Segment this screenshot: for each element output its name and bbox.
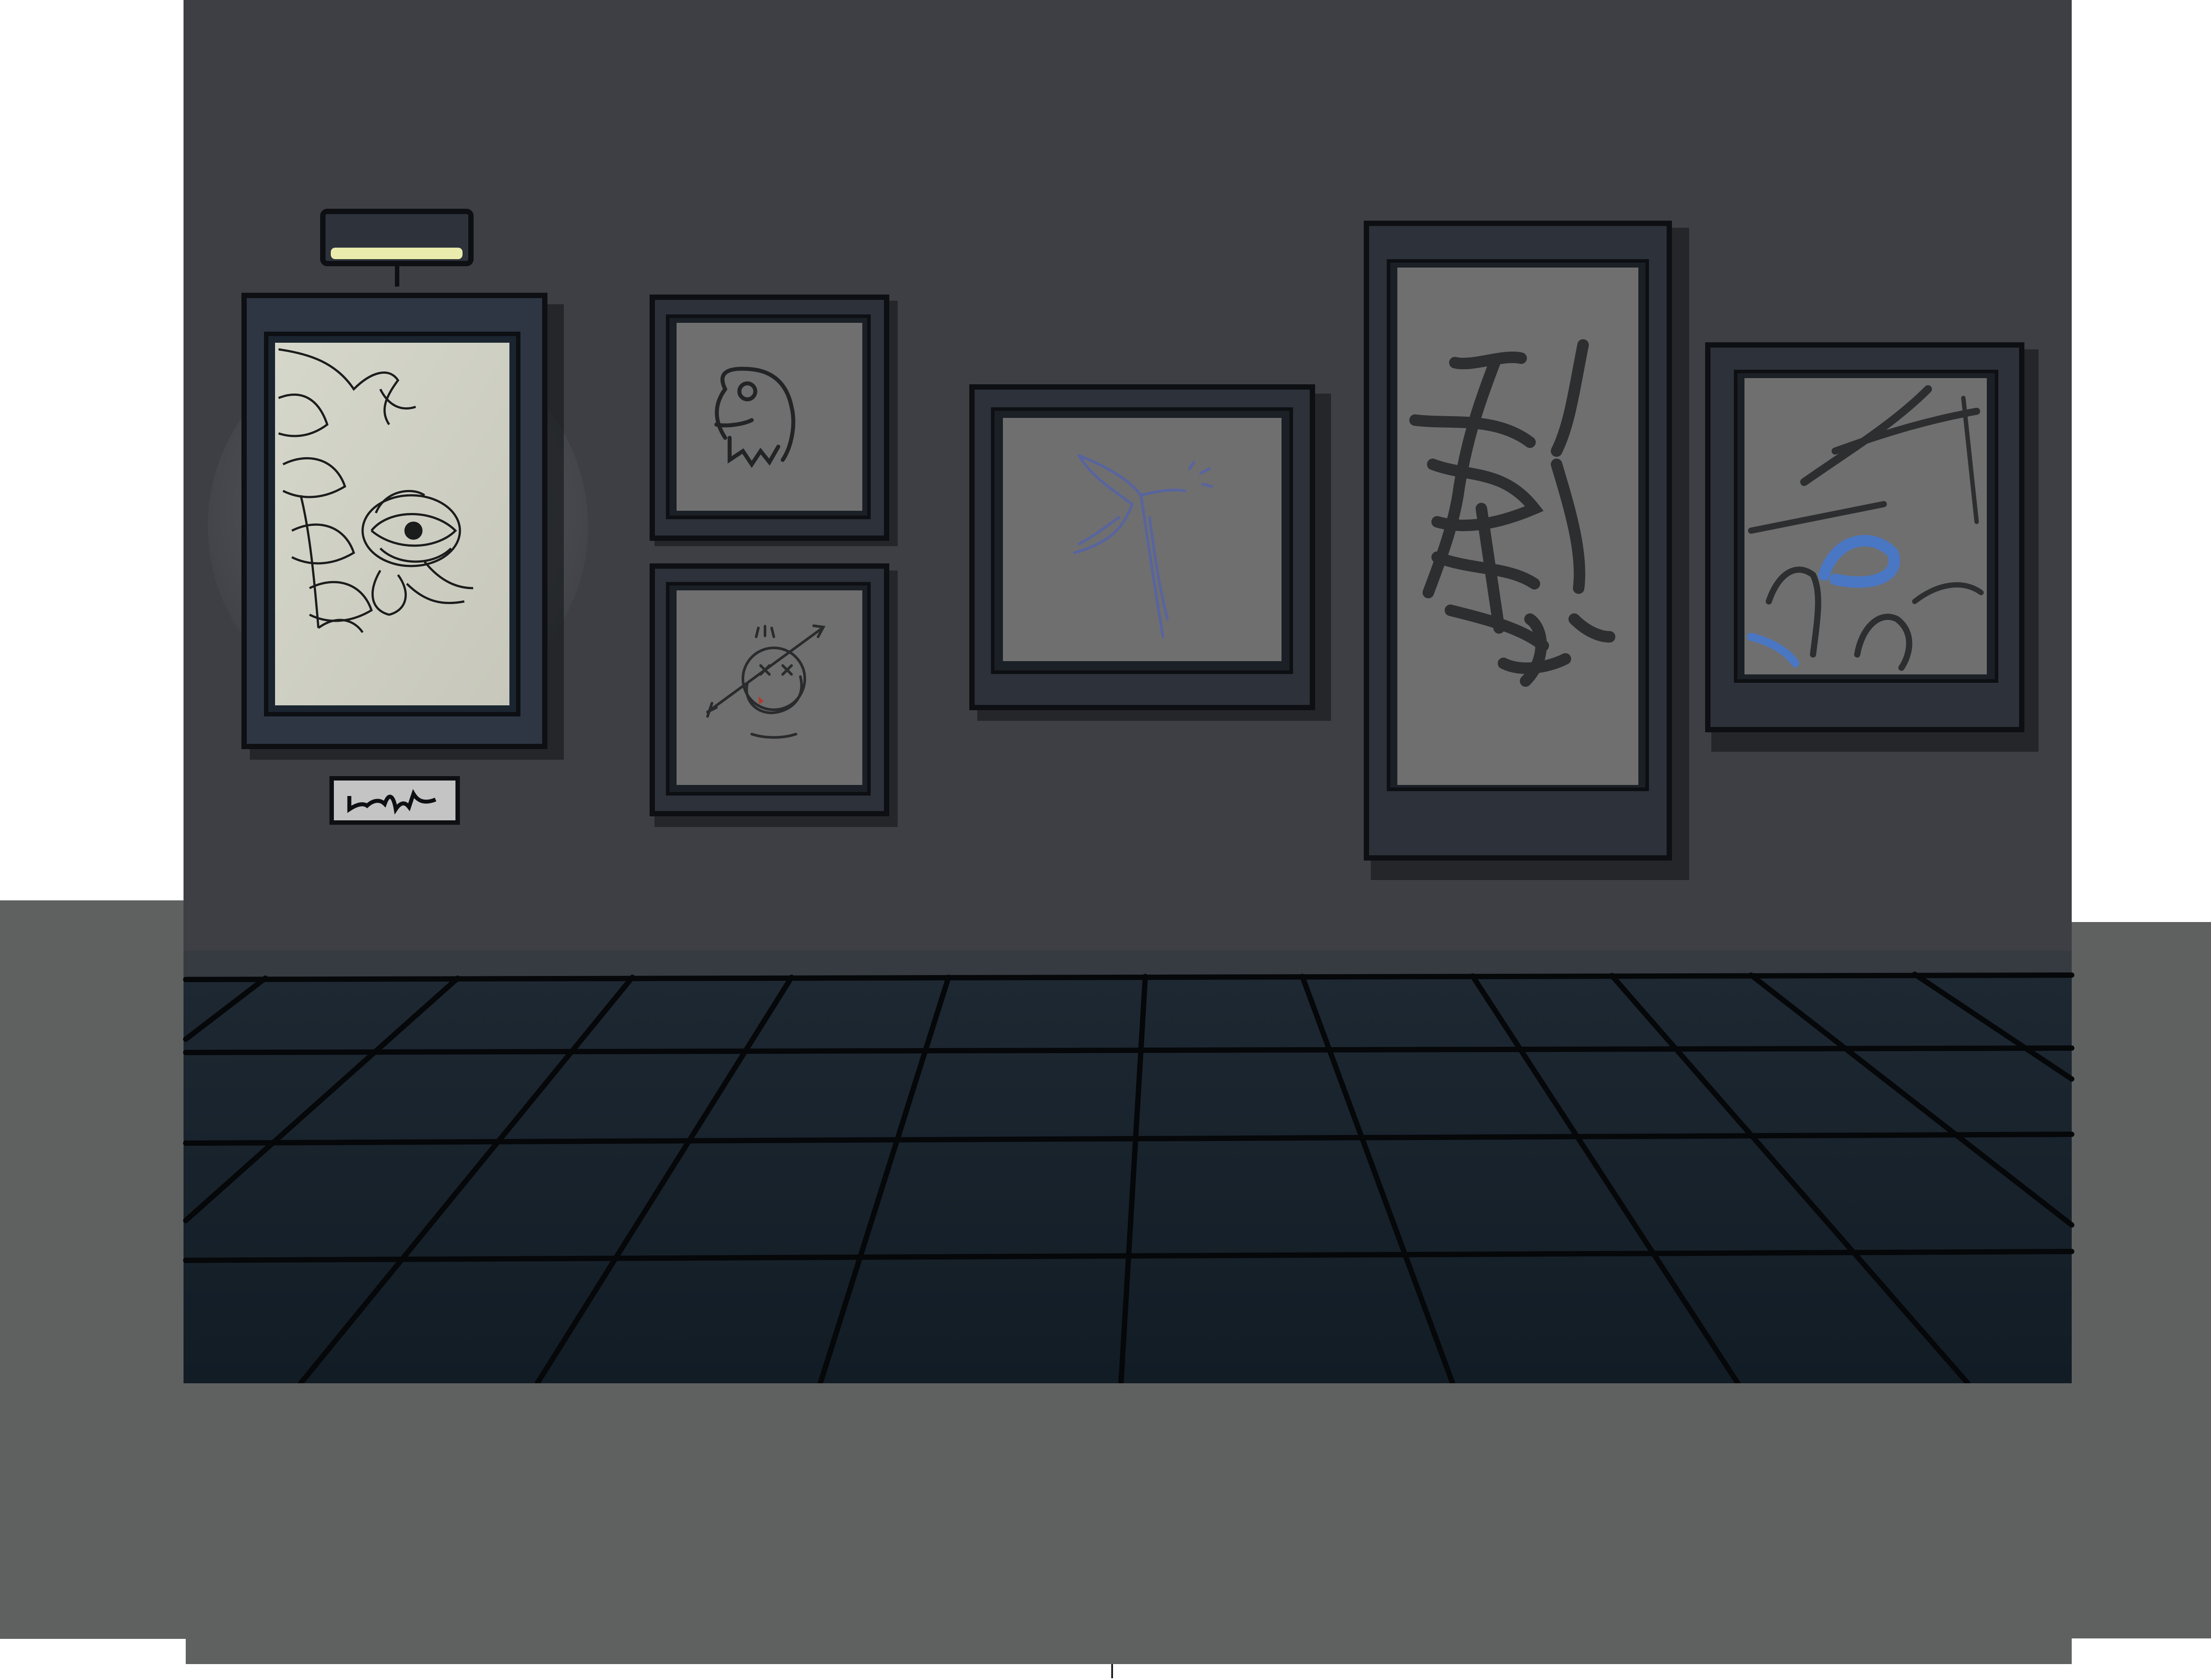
artwork-scribble-face-sketch[interactable] bbox=[650, 563, 898, 827]
swallow-canvas bbox=[1003, 418, 1281, 661]
artwork-swallow-sketch[interactable] bbox=[969, 384, 1331, 721]
right-side-panel bbox=[2069, 922, 2211, 1638]
artwork-flower-painting[interactable] bbox=[208, 209, 588, 825]
foreground-block bbox=[186, 1383, 2072, 1664]
artwork-graffiti-tag[interactable] bbox=[1364, 221, 1689, 880]
gallery-scene bbox=[0, 0, 2211, 1678]
artwork-graffiti-abstract[interactable] bbox=[1705, 342, 2039, 752]
artwork-skull-bird-sketch[interactable] bbox=[650, 295, 898, 546]
face-canvas bbox=[677, 590, 862, 785]
skull-canvas bbox=[677, 323, 862, 511]
tiled-floor bbox=[183, 972, 2074, 1386]
left-side-panel bbox=[0, 900, 186, 1639]
